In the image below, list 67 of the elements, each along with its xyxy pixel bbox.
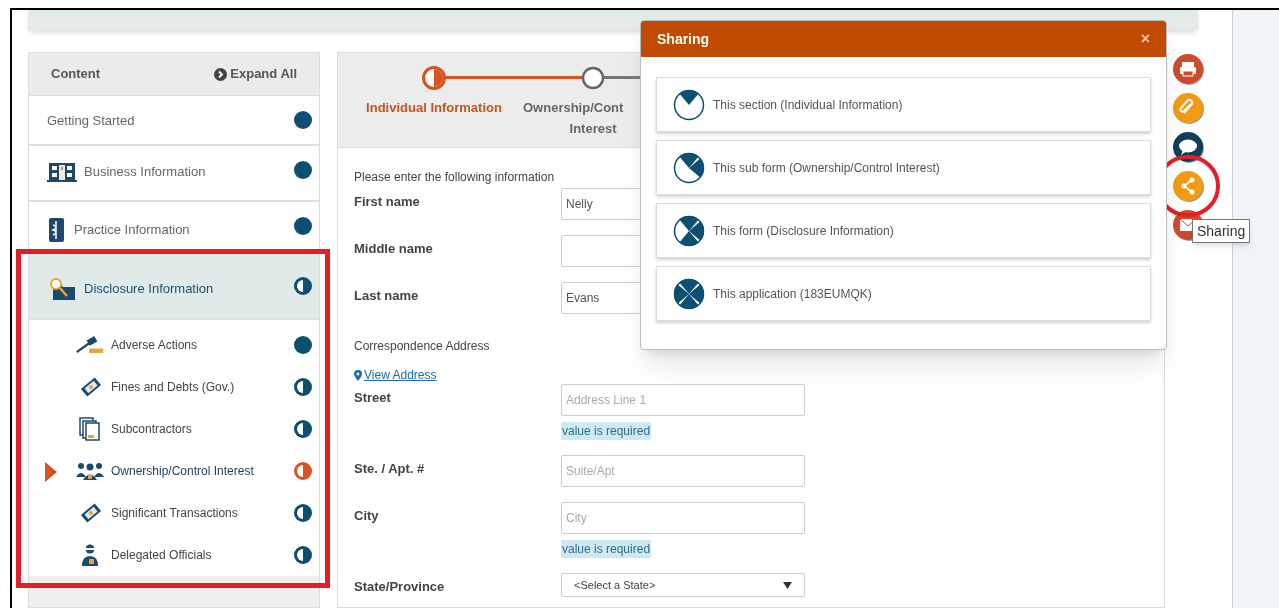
sidebar-subitem-label: Adverse Actions: [111, 337, 198, 354]
share-option[interactable]: This sub form (Ownership/Control Interest): [656, 140, 1151, 195]
folder-magnifier-icon: [47, 277, 77, 301]
share-option[interactable]: This section (Individual Information): [656, 77, 1151, 132]
sidebar-title: Content: [51, 65, 101, 84]
sidebar-subitem[interactable]: Adverse Actions: [29, 324, 319, 366]
text-input[interactable]: Address Line 1: [561, 384, 805, 416]
validation-message: value is required: [561, 540, 652, 558]
paperclip-icon[interactable]: [1172, 92, 1204, 124]
instruction-text: Please enter the following information: [354, 169, 555, 186]
progress-pie-icon: [673, 88, 705, 121]
step-label[interactable]: Ownership/Cont: [523, 97, 624, 118]
progress-line: [603, 76, 643, 79]
field-label: First name: [354, 193, 421, 211]
field-label: State/Province: [354, 578, 446, 596]
building-icon: [47, 161, 77, 183]
sidebar-subitem[interactable]: Ownership/Control Interest: [29, 450, 319, 492]
progress-pie-icon: [673, 151, 705, 184]
sidebar-subitem-label: Fines and Debts (Gov.): [111, 379, 235, 396]
share-icon[interactable]: [1172, 170, 1204, 202]
speech-bubble-icon[interactable]: [1172, 131, 1204, 163]
sidebar-item-label: Business Information: [84, 163, 206, 182]
validation-message: value is required: [561, 422, 652, 440]
state-select[interactable]: <Select a State>: [561, 573, 805, 597]
text-input[interactable]: City: [561, 502, 805, 534]
caret-icon: [783, 581, 792, 589]
sidebar-subitem-label: Ownership/Control Interest: [111, 463, 254, 480]
sidebar-item-label: Practice Information: [74, 221, 190, 240]
current-step-icon[interactable]: [422, 66, 446, 90]
sidebar-subitem[interactable]: Delegated Officials: [29, 534, 319, 576]
gavel-icon: [75, 335, 105, 355]
chevron-right-icon: [214, 67, 228, 81]
field-label: Middle name: [354, 240, 434, 258]
field-label: City: [354, 507, 380, 525]
sidebar-subitem-label: Delegated Officials: [111, 547, 212, 564]
view-address-link[interactable]: View Address: [354, 366, 437, 384]
sidebar-item-label: Getting Started: [47, 112, 135, 130]
sidebar-subitem-label: Significant Transactions: [111, 505, 238, 522]
section-heading: Correspondence Address: [354, 339, 490, 353]
sidebar-subitem-label: Subcontractors: [111, 421, 192, 438]
tooltip: Sharing: [1192, 219, 1251, 243]
sidebar-item-label: Disclosure Information: [84, 280, 214, 299]
step-label[interactable]: Individual Information: [366, 97, 502, 118]
share-option[interactable]: This application (183EUMQK): [656, 266, 1151, 321]
current-arrow-icon: [45, 462, 57, 482]
sidebar-subitem[interactable]: Subcontractors: [29, 408, 319, 450]
field-label: Street: [354, 389, 392, 407]
progress-pie-icon: [673, 214, 705, 247]
field-label: Ste. / Apt. #: [354, 460, 426, 478]
sidebar-item[interactable]: Practice Information: [29, 202, 319, 252]
progress-pie-icon: [673, 277, 705, 310]
upcoming-step-icon[interactable]: [581, 66, 605, 90]
step-label[interactable]: Interest: [569, 118, 617, 139]
sidebar-subitem[interactable]: Significant Transactions: [29, 492, 319, 534]
sidebar-item[interactable]: Getting Started: [29, 96, 319, 146]
text-input[interactable]: Suite/Apt: [561, 455, 805, 487]
sidebar-subitem[interactable]: Fines and Debts (Gov.): [29, 366, 319, 408]
share-option[interactable]: This form (Disclosure Information): [656, 203, 1151, 258]
expand-all-button[interactable]: Expand All: [214, 64, 297, 84]
medical-badge-icon: [47, 217, 67, 243]
map-pin-icon: [354, 369, 362, 381]
sidebar-item[interactable]: Business Information: [29, 146, 319, 202]
people-icon: [75, 461, 105, 481]
print-icon[interactable]: [1172, 53, 1204, 85]
field-label: Last name: [354, 287, 420, 305]
dialog-title: Sharing: [657, 29, 710, 49]
sidebar-item[interactable]: Disclosure Information: [29, 252, 319, 320]
